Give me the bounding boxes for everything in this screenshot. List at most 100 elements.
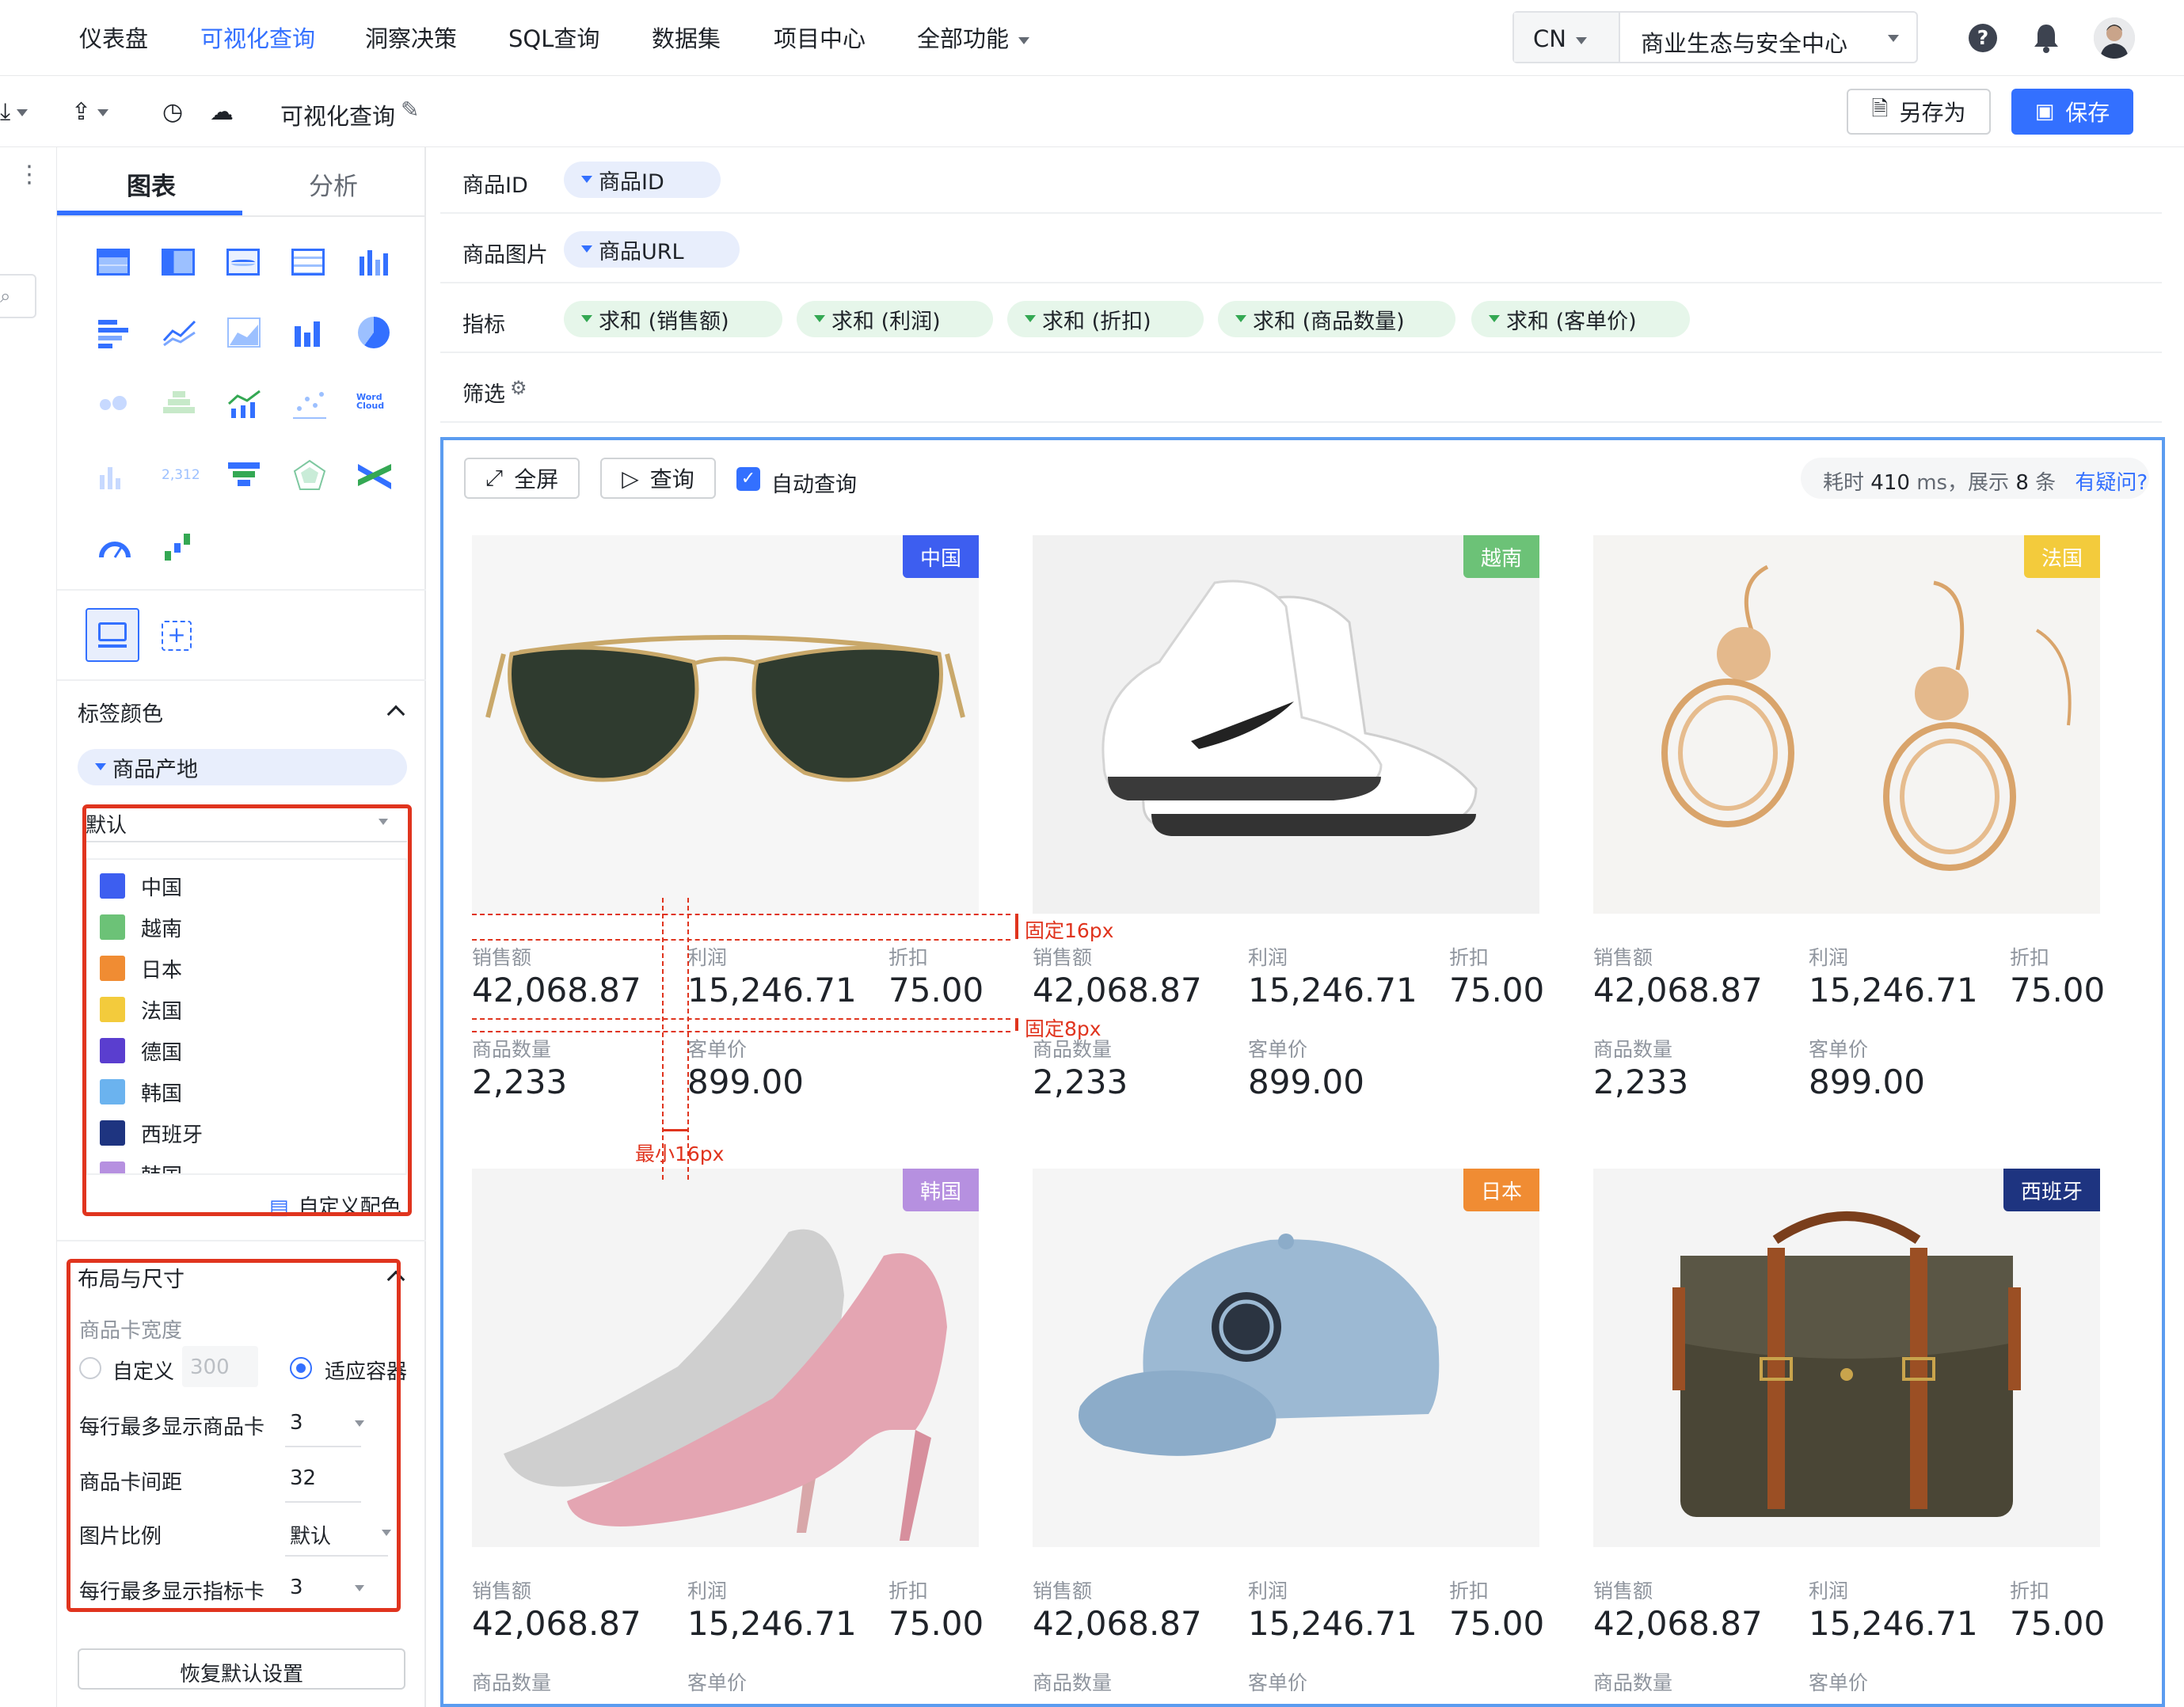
nav-dataset[interactable]: 数据集 — [652, 21, 721, 54]
sankey-chart-icon[interactable] — [356, 459, 393, 491]
pivot-table-icon[interactable] — [162, 245, 198, 277]
nav-projects[interactable]: 项目中心 — [774, 21, 866, 54]
dropdown-triangle-icon — [1025, 315, 1036, 322]
top-navigation: 仪表盘 可视化查询 洞察决策 SQL查询 数据集 项目中心 全部功能 CN 商业… — [0, 0, 2184, 76]
origin-badge: 法国 — [2023, 535, 2100, 578]
metric-value: 75.00 — [2010, 971, 2106, 1009]
reset-defaults-button[interactable]: 恢复默认设置 — [78, 1648, 405, 1690]
fullscreen-button[interactable]: ⤢ 全屏 — [464, 458, 580, 499]
tab-chart[interactable]: 图表 — [127, 166, 176, 202]
metric-value: 42,068.87 — [1593, 1604, 1763, 1643]
auto-query-checkbox[interactable]: ✓ — [736, 467, 760, 491]
divider — [57, 589, 426, 591]
metric-pill-discount[interactable]: 求和 (折扣) — [1007, 301, 1204, 337]
horizontal-bar-icon[interactable] — [97, 317, 133, 348]
status-mid: ms，展示 — [1916, 471, 2010, 495]
query-button[interactable]: ▷ 查询 — [600, 458, 716, 499]
origin-badge: 西班牙 — [2003, 1169, 2100, 1211]
metric-label: 折扣 — [2010, 1580, 2050, 1602]
save-as-button[interactable]: 🗎 另存为 — [1847, 89, 1991, 135]
metric-label: 利润 — [1809, 946, 1849, 969]
space-select[interactable]: 商业生态与安全中心 — [1641, 25, 1847, 59]
radar-chart-icon[interactable] — [291, 459, 328, 491]
pie-chart-icon[interactable] — [356, 317, 393, 348]
bubble-chart-icon[interactable] — [97, 388, 133, 420]
avatar[interactable] — [2094, 17, 2135, 59]
multi-line-bar-icon[interactable] — [226, 388, 263, 420]
divider — [57, 679, 426, 681]
detail-table-icon[interactable] — [291, 245, 328, 277]
chevron-down-icon — [97, 109, 109, 116]
metric-pill-label: 求和 (客单价) — [1506, 309, 1637, 334]
metric-pill-sales[interactable]: 求和 (销售额) — [564, 301, 782, 337]
nav-insight[interactable]: 洞察决策 — [365, 21, 457, 54]
nav-visual-query[interactable]: 可视化查询 — [200, 21, 315, 54]
metric-value: 42,068.87 — [1033, 1604, 1202, 1643]
metric-label: 客单价 — [687, 1671, 748, 1694]
metrics-row: 指标 求和 (销售额) 求和 (利润) 求和 (折扣) 求和 (商品数量) 求和… — [440, 287, 2162, 353]
histogram-icon[interactable] — [97, 459, 133, 491]
metric-value: 42,068.87 — [1033, 971, 1202, 1009]
funnel-chart-icon[interactable] — [226, 459, 263, 491]
line-chart-icon[interactable] — [162, 317, 198, 348]
field-search-input[interactable]: ⌕ — [0, 274, 36, 318]
combo-chart-icon[interactable] — [291, 317, 328, 348]
download-icon[interactable]: ⤓ — [0, 98, 29, 126]
tab-analysis[interactable]: 分析 — [309, 166, 358, 202]
nav-all-features[interactable]: 全部功能 — [917, 21, 1030, 54]
metric-value: 899.00 — [1809, 1063, 1925, 1101]
publish-icon[interactable]: ⇪ — [71, 98, 109, 126]
word-cloud-icon[interactable]: Word Cloud — [356, 388, 393, 420]
dropdown-triangle-icon — [95, 763, 106, 770]
help-icon[interactable]: ? — [1969, 24, 1997, 52]
save-button[interactable]: ▣ 保存 — [2011, 89, 2133, 135]
product-id-field-pill[interactable]: 商品ID — [564, 162, 721, 198]
query-status: 耗时 410 ms，展示 8 条 有疑问? — [1801, 458, 2149, 499]
dataset-rail: ⋮ ⌕ — [0, 147, 57, 1707]
metric-value: 2,233 — [1593, 1063, 1689, 1101]
gear-icon[interactable]: ⚙ — [510, 377, 527, 399]
locale-select[interactable]: CN — [1514, 13, 1620, 62]
pyramid-chart-icon[interactable] — [162, 388, 198, 420]
metric-label: 销售额 — [1033, 1580, 1093, 1602]
edit-pencil-icon[interactable]: ✎ — [401, 97, 419, 123]
metric-pill-label: 求和 (利润) — [831, 309, 941, 334]
more-menu-icon[interactable]: ⋮ — [17, 163, 41, 187]
help-link[interactable]: 有疑问? — [2075, 471, 2148, 495]
dropdown-triangle-icon — [1235, 315, 1246, 322]
metric-label: 商品数量 — [472, 1038, 552, 1061]
metric-value: 15,246.71 — [1809, 1604, 1978, 1643]
collapse-chevron-icon[interactable] — [386, 705, 405, 724]
scatter-chart-icon[interactable] — [291, 388, 328, 420]
chevron-down-icon — [17, 109, 29, 116]
trend-table-icon[interactable] — [226, 245, 263, 277]
metric-value: 15,246.71 — [1248, 1604, 1417, 1643]
product-card-style[interactable] — [86, 608, 139, 662]
product-image-field-pill[interactable]: 商品URL — [564, 231, 740, 268]
history-icon[interactable]: ◷ — [162, 98, 183, 126]
filter-row: 筛选 ⚙ — [440, 356, 2162, 423]
metric-label: 折扣 — [1449, 946, 1490, 969]
metric-pill-profit[interactable]: 求和 (利润) — [797, 301, 993, 337]
metric-pill-avg-price[interactable]: 求和 (客单价) — [1471, 301, 1690, 337]
add-style-icon[interactable]: + — [162, 621, 192, 651]
dropdown-triangle-icon — [581, 315, 592, 322]
metric-label: 销售额 — [472, 946, 532, 969]
metric-pill-quantity[interactable]: 求和 (商品数量) — [1218, 301, 1455, 337]
cloud-icon[interactable]: ☁ — [210, 98, 234, 126]
metric-pill-label: 求和 (商品数量) — [1253, 309, 1405, 334]
spacing-guide-line — [687, 898, 689, 1180]
metric-label: 利润 — [1248, 946, 1288, 969]
tag-color-field-pill[interactable]: 商品产地 — [78, 749, 407, 785]
kpi-card-icon[interactable]: 2,312 — [162, 459, 200, 491]
nav-sql-query[interactable]: SQL查询 — [508, 21, 599, 54]
product-id-field-label: 商品ID — [599, 169, 664, 195]
waterfall-chart-icon[interactable] — [162, 530, 198, 562]
nav-dashboard[interactable]: 仪表盘 — [79, 21, 148, 54]
gauge-chart-icon[interactable] — [97, 530, 133, 562]
area-chart-icon[interactable] — [226, 317, 263, 348]
layout-settings-highlight — [67, 1259, 401, 1612]
bell-icon[interactable] — [2032, 22, 2060, 54]
table-chart-icon[interactable] — [97, 245, 133, 277]
bar-chart-icon[interactable] — [356, 245, 393, 277]
